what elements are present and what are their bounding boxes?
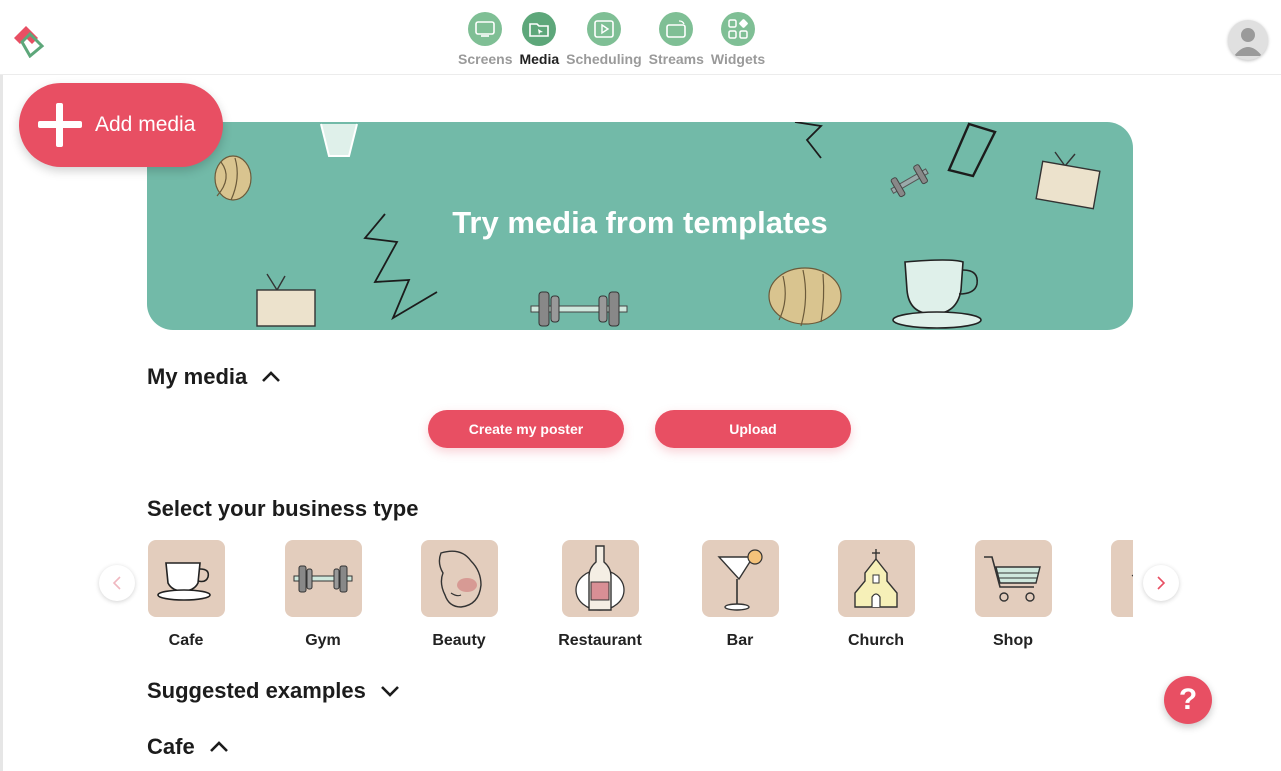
my-media-heading[interactable]: My media xyxy=(147,364,281,390)
banner-title: Try media from templates xyxy=(452,205,828,240)
nav-label-media: Media xyxy=(519,51,560,67)
suggested-examples-heading[interactable]: Suggested examples xyxy=(147,678,400,704)
croissant-icon xyxy=(214,155,252,201)
nav-item-widgets[interactable]: Widgets xyxy=(711,12,765,67)
business-type-carousel: Cafe Gym Beauty Restaurant Bar Church Sh… xyxy=(147,540,1133,665)
create-poster-label: Create my poster xyxy=(468,421,584,437)
chevron-up-icon xyxy=(209,741,228,752)
left-edge xyxy=(0,0,3,771)
dumbbell-icon xyxy=(284,540,362,617)
streams-icon xyxy=(659,12,694,46)
carousel-next-button[interactable] xyxy=(1143,565,1179,601)
templates-banner[interactable]: Try media from templates xyxy=(147,122,1133,330)
help-button[interactable]: ? xyxy=(1164,676,1212,724)
user-icon xyxy=(1234,28,1262,56)
create-poster-button[interactable]: Create my poster xyxy=(428,410,624,448)
business-item-partial[interactable]: Un xyxy=(1104,540,1133,650)
business-item-shop[interactable]: Shop xyxy=(968,540,1058,650)
scheduling-icon xyxy=(586,12,621,46)
business-item-church[interactable]: Church xyxy=(831,540,921,650)
tv-icon xyxy=(1035,151,1101,210)
coffee-cup-icon xyxy=(892,259,982,329)
app-logo-icon[interactable] xyxy=(10,22,50,58)
business-type-heading-text: Select your business type xyxy=(147,496,419,521)
cafe-section-heading-text: Cafe xyxy=(147,734,195,759)
top-navigation-bar: Screens Media Scheduling Streams Widgets xyxy=(0,0,1281,75)
upload-label: Upload xyxy=(729,421,777,437)
nav-item-streams[interactable]: Streams xyxy=(649,12,704,67)
screen-icon xyxy=(468,12,503,46)
business-item-gym[interactable]: Gym xyxy=(278,540,368,650)
upload-button[interactable]: Upload xyxy=(655,410,851,448)
add-media-button[interactable]: Add media xyxy=(19,83,223,167)
chevron-down-icon xyxy=(380,686,399,697)
business-type-heading: Select your business type xyxy=(147,496,418,522)
user-avatar[interactable] xyxy=(1228,20,1268,60)
add-media-label: Add media xyxy=(95,113,196,136)
business-item-restaurant[interactable]: Restaurant xyxy=(555,540,645,650)
nav-item-scheduling[interactable]: Scheduling xyxy=(566,12,642,67)
suggested-examples-heading-text: Suggested examples xyxy=(147,678,366,703)
retro-tv-icon xyxy=(256,273,316,327)
main-nav: Screens Media Scheduling Streams Widgets xyxy=(458,12,772,67)
plus-icon xyxy=(36,101,84,149)
carousel-prev-button[interactable] xyxy=(99,565,135,601)
face-icon xyxy=(420,540,498,617)
nav-item-media[interactable]: Media xyxy=(519,12,559,67)
chevron-right-icon xyxy=(1157,576,1166,590)
business-label-cafe: Cafe xyxy=(168,632,204,649)
business-label-shop: Shop xyxy=(993,632,1033,649)
large-croissant-icon xyxy=(768,267,842,327)
nav-label-widgets: Widgets xyxy=(710,51,766,67)
widgets-icon xyxy=(721,12,756,46)
church-icon xyxy=(837,540,915,617)
chevron-up-icon xyxy=(262,371,281,382)
business-label-restaurant: Restaurant xyxy=(558,632,642,649)
zigzag-line xyxy=(794,122,823,159)
help-icon: ? xyxy=(1178,683,1198,716)
dumbbell-icon xyxy=(530,291,628,327)
business-item-beauty[interactable]: Beauty xyxy=(414,540,504,650)
page: Screens Media Scheduling Streams Widgets… xyxy=(0,0,1281,771)
media-icon xyxy=(522,12,557,46)
business-label-bar: Bar xyxy=(726,632,754,649)
business-item-bar[interactable]: Bar xyxy=(695,540,785,650)
nav-label-screens: Screens xyxy=(458,51,513,67)
shopping-cart-icon xyxy=(974,540,1052,617)
chevron-left-icon xyxy=(112,576,121,590)
tall-glass-icon xyxy=(947,122,997,178)
cocktail-glass-icon xyxy=(701,540,779,617)
partial-item-icon xyxy=(1110,540,1133,617)
nav-label-scheduling: Scheduling xyxy=(566,51,642,67)
glass-icon xyxy=(320,123,358,157)
nav-item-screens[interactable]: Screens xyxy=(458,12,512,67)
nav-label-streams: Streams xyxy=(648,51,704,67)
business-item-cafe[interactable]: Cafe xyxy=(147,540,231,650)
wine-bottle-icon xyxy=(561,540,639,617)
business-label-church: Church xyxy=(848,632,904,649)
coffee-cup-icon xyxy=(147,540,225,617)
my-media-heading-text: My media xyxy=(147,364,248,389)
small-dumbbell-icon xyxy=(890,164,929,198)
business-label-gym: Gym xyxy=(305,632,341,649)
cafe-section-heading[interactable]: Cafe xyxy=(147,734,229,760)
business-label-beauty: Beauty xyxy=(432,632,486,649)
